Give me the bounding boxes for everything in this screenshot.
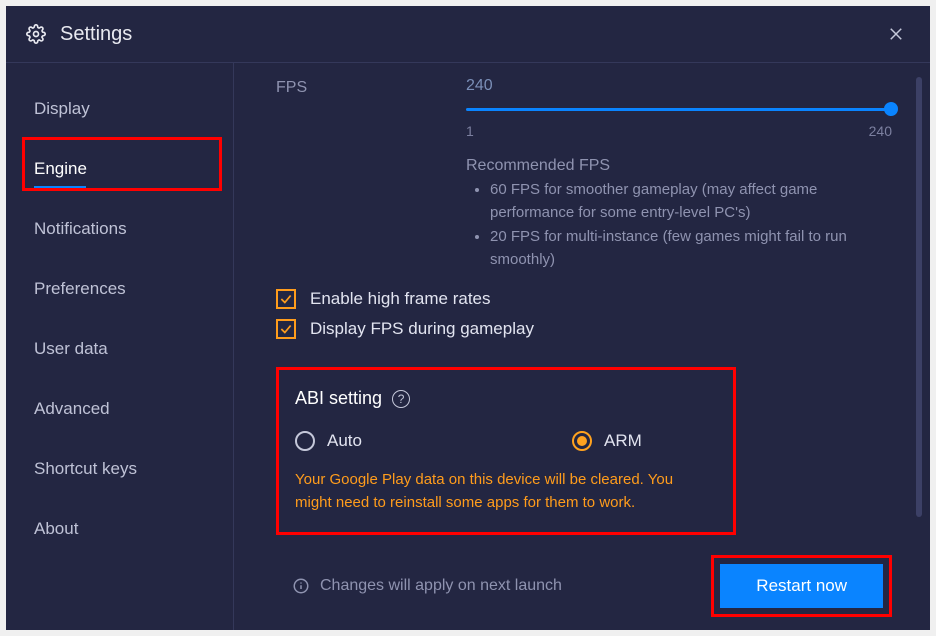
checkbox-label: Enable high frame rates [310,289,491,309]
content-pane: FPS 240 1 240 Recommended FPS [234,63,930,630]
checkbox-display-fps[interactable]: Display FPS during gameplay [276,319,892,339]
radio-icon [295,431,315,451]
abi-radio-arm[interactable]: ARM [572,431,642,451]
sidebar: Display Engine Notifications Preferences… [6,63,234,630]
footer-note: Changes will apply on next launch [320,577,562,595]
help-icon[interactable]: ? [392,390,410,408]
recommended-fps-title: Recommended FPS [466,157,892,175]
sidebar-item-label: Notifications [34,219,127,238]
fps-max-label: 240 [869,123,892,139]
recommended-fps-item: 60 FPS for smoother gameplay (may affect… [490,179,892,224]
fps-min-label: 1 [466,123,474,139]
checkbox-icon [276,289,296,309]
sidebar-item-label: Advanced [34,399,110,418]
settings-window: Settings Display Engine Notifications Pr… [6,6,930,630]
sidebar-item-display[interactable]: Display [6,91,233,125]
page-title: Settings [60,23,132,46]
close-button[interactable] [882,20,910,48]
checkbox-high-frame-rates[interactable]: Enable high frame rates [276,289,892,309]
radio-icon [572,431,592,451]
radio-label: ARM [604,431,642,451]
scrollbar[interactable] [916,77,922,517]
restart-button[interactable]: Restart now [720,564,883,608]
fps-label: FPS [276,77,466,97]
sidebar-item-label: Shortcut keys [34,459,137,478]
abi-warning-text: Your Google Play data on this device wil… [295,469,713,514]
recommended-fps-list: 60 FPS for smoother gameplay (may affect… [466,179,892,271]
sidebar-item-preferences[interactable]: Preferences [6,271,233,305]
sidebar-item-label: Preferences [34,279,126,298]
sidebar-item-label: About [34,519,78,538]
sidebar-item-label: Engine [34,159,87,178]
sidebar-item-engine[interactable]: Engine [6,151,233,185]
sidebar-item-notifications[interactable]: Notifications [6,211,233,245]
sidebar-item-label: User data [34,339,108,358]
slider-thumb[interactable] [884,102,898,116]
fps-value: 240 [466,77,892,95]
abi-radio-auto[interactable]: Auto [295,431,362,451]
sidebar-item-advanced[interactable]: Advanced [6,391,233,425]
recommended-fps-item: 20 FPS for multi-instance (few games mig… [490,226,892,271]
radio-label: Auto [327,431,362,451]
sidebar-item-label: Display [34,99,90,118]
info-icon [292,577,310,595]
abi-setting-section: ABI setting ? Auto ARM [276,367,736,535]
abi-title: ABI setting [295,388,382,409]
sidebar-item-user-data[interactable]: User data [6,331,233,365]
fps-slider[interactable] [466,101,892,117]
checkbox-label: Display FPS during gameplay [310,319,534,339]
sidebar-item-about[interactable]: About [6,511,233,545]
sidebar-item-shortcut-keys[interactable]: Shortcut keys [6,451,233,485]
gear-icon [26,24,46,44]
annotation-box-restart: Restart now [711,555,892,617]
header: Settings [6,6,930,63]
checkbox-icon [276,319,296,339]
